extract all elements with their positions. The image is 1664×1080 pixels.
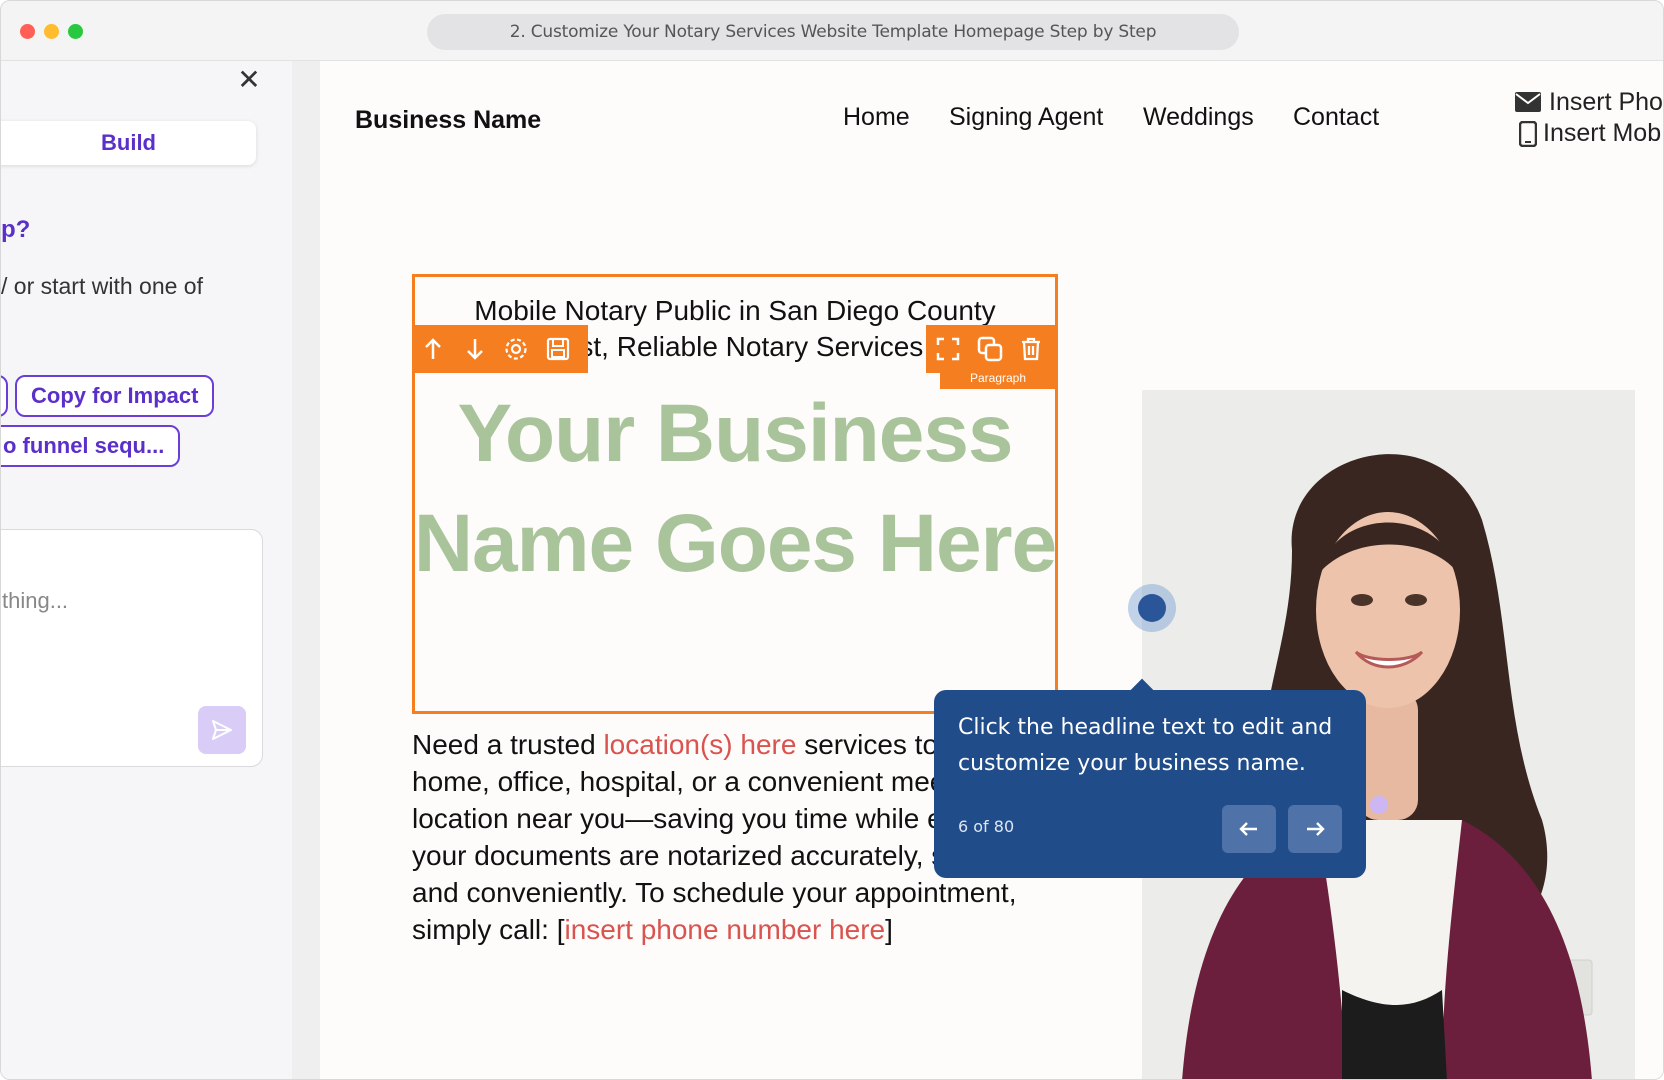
move-up-icon[interactable] bbox=[419, 335, 447, 363]
duplicate-icon[interactable] bbox=[976, 335, 1004, 363]
tour-hotspot[interactable] bbox=[1138, 594, 1166, 622]
arrow-right-icon bbox=[1307, 822, 1325, 836]
chat-placeholder: thing... bbox=[2, 588, 69, 613]
expand-icon[interactable] bbox=[934, 335, 962, 363]
body-text: Need a trusted bbox=[412, 729, 604, 760]
title-bar: 2. Customize Your Notary Services Websit… bbox=[1, 1, 1663, 61]
browser-window: 2. Customize Your Notary Services Websit… bbox=[0, 0, 1664, 1080]
panel-divider[interactable] bbox=[292, 61, 320, 1079]
nav-weddings[interactable]: Weddings bbox=[1143, 103, 1254, 132]
body-text: ] bbox=[885, 914, 893, 945]
window-title: 2. Customize Your Notary Services Websit… bbox=[427, 14, 1239, 50]
nav-signing-agent[interactable]: Signing Agent bbox=[949, 103, 1103, 132]
site-brand[interactable]: Business Name bbox=[355, 106, 541, 135]
tab-build[interactable]: Build bbox=[1, 121, 256, 165]
delete-trash-icon[interactable] bbox=[1017, 335, 1045, 363]
nav-home[interactable]: Home bbox=[843, 103, 910, 132]
mobile-phone-icon bbox=[1519, 121, 1537, 147]
nav-contact[interactable]: Contact bbox=[1293, 103, 1379, 132]
placeholder-phone: insert phone number here bbox=[564, 914, 886, 945]
tour-tooltip: Click the headline text to edit and cust… bbox=[934, 690, 1366, 878]
assistant-help-text: / or start with one of bbox=[1, 273, 203, 299]
arrow-left-icon bbox=[1239, 822, 1257, 836]
element-toolbar-left bbox=[413, 325, 588, 373]
save-icon[interactable] bbox=[544, 335, 572, 363]
assistant-panel: ✕ Build p? / or start with one of Copy f… bbox=[1, 61, 292, 1079]
chat-input[interactable]: thing... bbox=[1, 529, 263, 767]
maximize-window-button[interactable] bbox=[68, 24, 83, 39]
tooltip-text: Click the headline text to edit and cust… bbox=[958, 715, 1333, 776]
element-toolbar-right bbox=[926, 325, 1058, 373]
send-icon bbox=[212, 720, 232, 740]
suggestion-chip-copy-for-impact[interactable]: Copy for Impact bbox=[15, 375, 215, 417]
close-icon[interactable]: ✕ bbox=[236, 66, 262, 94]
envelope-icon bbox=[1515, 92, 1541, 112]
settings-gear-icon[interactable] bbox=[502, 335, 530, 363]
minimize-window-button[interactable] bbox=[44, 24, 59, 39]
element-type-label: Paragraph bbox=[940, 373, 1056, 389]
close-window-button[interactable] bbox=[20, 24, 35, 39]
assistant-question: p? bbox=[1, 216, 31, 243]
drag-handle-dot[interactable] bbox=[1370, 796, 1388, 814]
suggestion-chip-funnel-sequence[interactable]: o funnel sequ... bbox=[1, 425, 181, 467]
editor-canvas: Business Name Home Signing Agent Wedding… bbox=[320, 61, 1663, 1079]
move-down-icon[interactable] bbox=[461, 335, 489, 363]
send-button[interactable] bbox=[198, 706, 246, 754]
suggestion-chip[interactable] bbox=[1, 375, 8, 417]
tooltip-prev-button[interactable] bbox=[1222, 805, 1276, 853]
placeholder-location: location(s) here bbox=[603, 729, 797, 760]
tooltip-next-button[interactable] bbox=[1288, 805, 1342, 853]
tooltip-step-counter: 6 of 80 bbox=[958, 817, 1015, 836]
